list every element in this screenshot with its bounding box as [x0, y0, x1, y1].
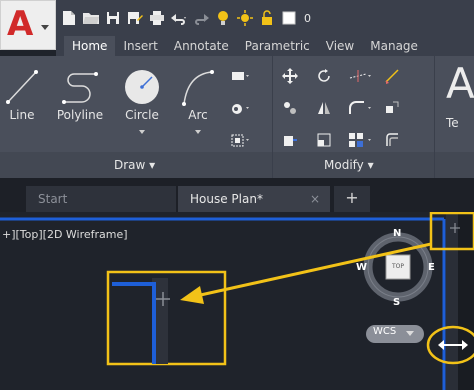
text-tool-label: Te — [446, 116, 459, 130]
trim-icon[interactable] — [348, 68, 374, 84]
array-icon[interactable] — [348, 132, 374, 148]
app-logo-letter: A — [7, 4, 34, 44]
polyline-tool-label: Polyline — [56, 108, 104, 122]
save-icon[interactable] — [104, 10, 122, 26]
fillet-icon[interactable] — [348, 100, 374, 116]
layer-color-swatch-icon[interactable] — [280, 10, 298, 26]
new-file-icon[interactable] — [60, 10, 78, 26]
arc-tool[interactable]: Arc — [178, 66, 218, 134]
rectangle-icon[interactable] — [230, 68, 252, 84]
hatch-icon[interactable] — [230, 100, 252, 116]
modify-panel-label[interactable]: Modify ▾ — [324, 158, 374, 172]
save-as-icon[interactable] — [126, 10, 144, 26]
explode-icon[interactable] — [384, 100, 400, 116]
gradient-icon[interactable] — [230, 132, 252, 148]
circle-icon — [125, 70, 159, 104]
scale-icon[interactable] — [316, 132, 332, 148]
erase-icon[interactable] — [384, 68, 400, 84]
tab-annotate[interactable]: Annotate — [166, 36, 237, 56]
chevron-down-icon — [139, 130, 145, 134]
line-icon — [6, 70, 38, 104]
tab-view[interactable]: View — [318, 36, 362, 56]
file-tab-start-label: Start — [38, 192, 68, 206]
ribbon-tab-bar: Home Insert Annotate Parametric View Man… — [56, 36, 474, 56]
text-tool[interactable]: A Te — [446, 59, 474, 131]
move-icon[interactable] — [282, 68, 298, 84]
viewport-controls-label[interactable]: +][Top][2D Wireframe] — [2, 228, 128, 241]
application-menu-button[interactable]: A — [0, 0, 56, 50]
quick-access-icons: 0 — [60, 8, 311, 28]
draw-panel-label[interactable]: Draw ▾ — [114, 158, 155, 172]
text-tool-glyph: A — [446, 59, 474, 108]
tab-parametric[interactable]: Parametric — [237, 36, 318, 56]
viewcube-south: S — [393, 297, 401, 308]
line-tool-label: Line — [9, 108, 35, 122]
sun-icon[interactable] — [236, 10, 254, 26]
arc-icon — [182, 70, 214, 106]
polyline-icon — [62, 72, 98, 104]
ribbon: Line Polyline Circle Arc A Te Draw ▾ Mod… — [0, 56, 474, 178]
file-tab-start[interactable]: Start — [26, 186, 176, 212]
polyline-tool[interactable]: Polyline — [52, 66, 108, 122]
redo-icon[interactable] — [192, 10, 210, 26]
chevron-down-icon — [406, 331, 414, 336]
autocad-window: 0 A Home Insert Annotate Parametric View… — [0, 0, 474, 390]
open-folder-icon[interactable] — [82, 10, 100, 26]
file-tab-house-plan[interactable]: House Plan* × — [178, 186, 330, 212]
tab-manage[interactable]: Manage — [362, 36, 426, 56]
undo-icon[interactable] — [170, 10, 188, 26]
viewcube-east: E — [428, 262, 435, 273]
circle-tool-label: Circle — [125, 108, 159, 122]
lock-icon[interactable] — [258, 10, 276, 26]
print-icon[interactable] — [148, 10, 166, 26]
quick-access-toolbar: 0 — [0, 0, 474, 36]
chevron-down-icon — [195, 130, 201, 134]
rotate-icon[interactable] — [316, 68, 332, 84]
file-tab-house-plan-label: House Plan* — [190, 192, 263, 206]
new-tab-button[interactable]: + — [334, 186, 370, 212]
line-tool[interactable]: Line — [2, 66, 42, 122]
circle-tool[interactable]: Circle — [118, 66, 166, 134]
viewcube-north: N — [393, 228, 402, 239]
tab-insert[interactable]: Insert — [115, 36, 165, 56]
tab-home[interactable]: Home — [64, 36, 116, 56]
layer-number[interactable]: 0 — [304, 12, 311, 25]
copy-icon[interactable] — [282, 100, 298, 116]
drawing-viewport[interactable]: +][Top][2D Wireframe] N S E W TOP WCS — [0, 212, 474, 390]
viewcube-west: W — [356, 262, 368, 273]
mirror-icon[interactable] — [316, 100, 332, 116]
offset-icon[interactable] — [384, 132, 400, 148]
file-tab-bar: Start House Plan* × + — [0, 178, 474, 212]
chevron-down-icon — [41, 25, 49, 30]
arc-tool-label: Arc — [188, 108, 208, 122]
close-icon[interactable]: × — [310, 186, 320, 212]
lightbulb-icon[interactable] — [214, 10, 232, 26]
viewcube-face-label: TOP — [391, 263, 404, 270]
stretch-icon[interactable] — [282, 132, 298, 148]
wcs-label: WCS — [373, 326, 397, 337]
